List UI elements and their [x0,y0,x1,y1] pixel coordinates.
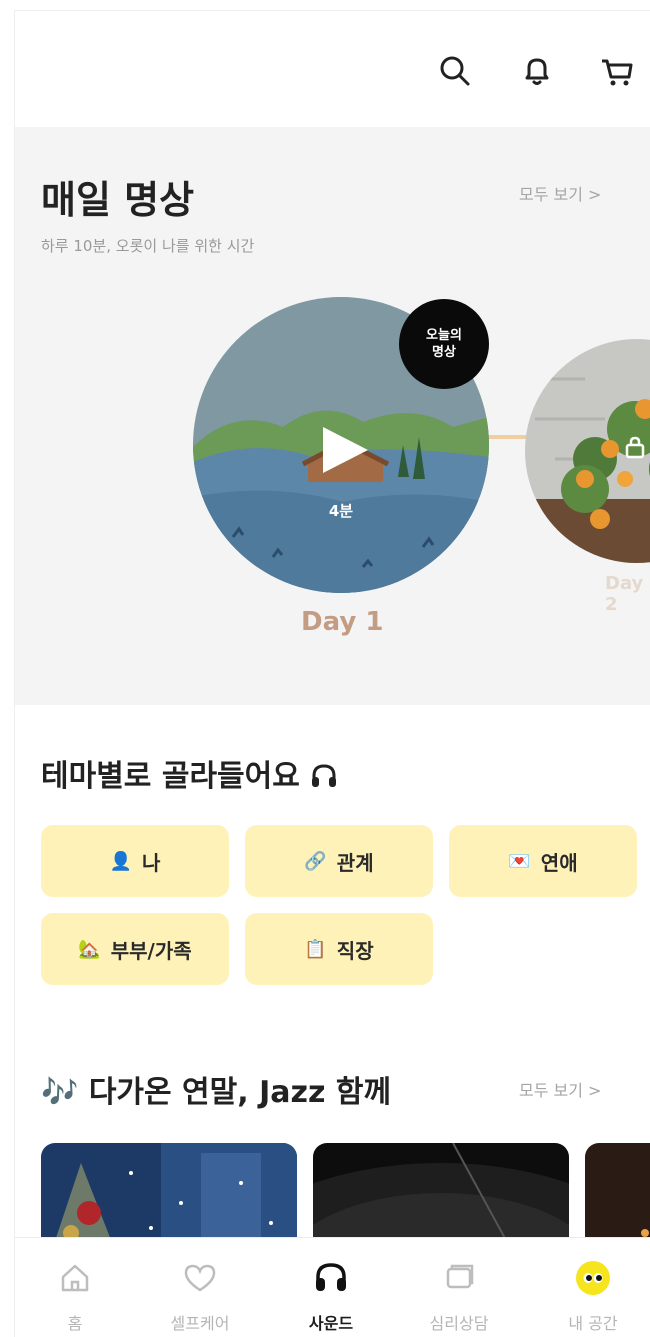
link-icon: 🔗 [304,850,327,872]
section-title: 매일 명상 [41,178,195,222]
nav-label: 내 공간 [568,1314,618,1333]
chip-label: 관계 [336,850,374,875]
chip-label: 나 [142,850,161,875]
music-notes-icon: 🎶 [41,1075,79,1110]
headphones-icon [313,1260,349,1296]
theme-chip-work[interactable]: 📋 직장 [245,913,433,985]
cart-icon[interactable] [597,51,637,91]
nav-home[interactable]: 홈 [15,1238,135,1337]
love-letter-icon: 💌 [508,850,531,872]
nav-label: 심리상담 [429,1314,489,1333]
nav-counseling[interactable]: 심리상담 [399,1238,519,1337]
chip-label: 직장 [336,938,374,963]
nav-my-space[interactable]: 내 공간 [533,1238,650,1337]
bell-icon[interactable] [517,51,557,91]
theme-chip-relationship[interactable]: 🔗 관계 [245,825,433,897]
badge-line1: 오늘의 [426,328,462,343]
badge-line2: 명상 [432,345,456,360]
nav-label: 사운드 [308,1314,354,1333]
lock-icon [623,435,647,459]
nav-sound[interactable]: 사운드 [271,1238,391,1337]
see-all-link[interactable]: 모두 보기 > [519,181,601,205]
app-screen: 매일 명상 모두 보기 > 하루 10분, 오롯이 나를 위한 시간 4분 오늘… [14,10,650,1337]
eyes-icon [575,1260,611,1296]
house-icon: 🏡 [78,938,101,960]
nav-label: 홈 [67,1314,83,1333]
nav-selfcare[interactable]: 셀프케어 [140,1238,260,1337]
jazz-see-all-link[interactable]: 모두 보기 > [519,1077,601,1101]
top-bar [15,11,650,127]
chat-icon [441,1260,477,1296]
jazz-section-title: 🎶 다가온 연말, Jazz 함께 [41,1067,391,1111]
themes-title: 테마별로 골라들어요 [41,751,338,795]
day1-label: Day 1 [301,607,384,637]
themes-title-text: 테마별로 골라들어요 [41,759,300,794]
meditation-day2-card[interactable] [525,339,650,563]
heart-icon [182,1260,218,1296]
bottom-nav: 홈 셀프케어 사운드 심리상담 내 공간 [15,1237,650,1337]
person-icon: 👤 [109,850,132,872]
theme-chip-family[interactable]: 🏡 부부/가족 [41,913,229,985]
chip-label: 연애 [540,850,578,875]
nav-label: 셀프케어 [170,1314,230,1333]
duration-label: 4분 [328,502,354,520]
daily-meditation-section: 매일 명상 모두 보기 > 하루 10분, 오롯이 나를 위한 시간 4분 오늘… [15,127,650,705]
today-meditation-badge: 오늘의 명상 [399,299,489,389]
day2-label: Day 2 [605,573,644,615]
theme-chip-romance[interactable]: 💌 연애 [449,825,637,897]
chip-label: 부부/가족 [110,938,192,963]
jazz-title-text: 다가온 연말, Jazz 함께 [88,1075,392,1110]
headphones-icon [310,762,338,790]
theme-chip-me[interactable]: 👤 나 [41,825,229,897]
home-icon [57,1260,93,1296]
section-subtitle: 하루 10분, 오롯이 나를 위한 시간 [41,237,255,255]
search-icon[interactable] [435,51,475,91]
clipboard-icon: 📋 [304,938,327,960]
